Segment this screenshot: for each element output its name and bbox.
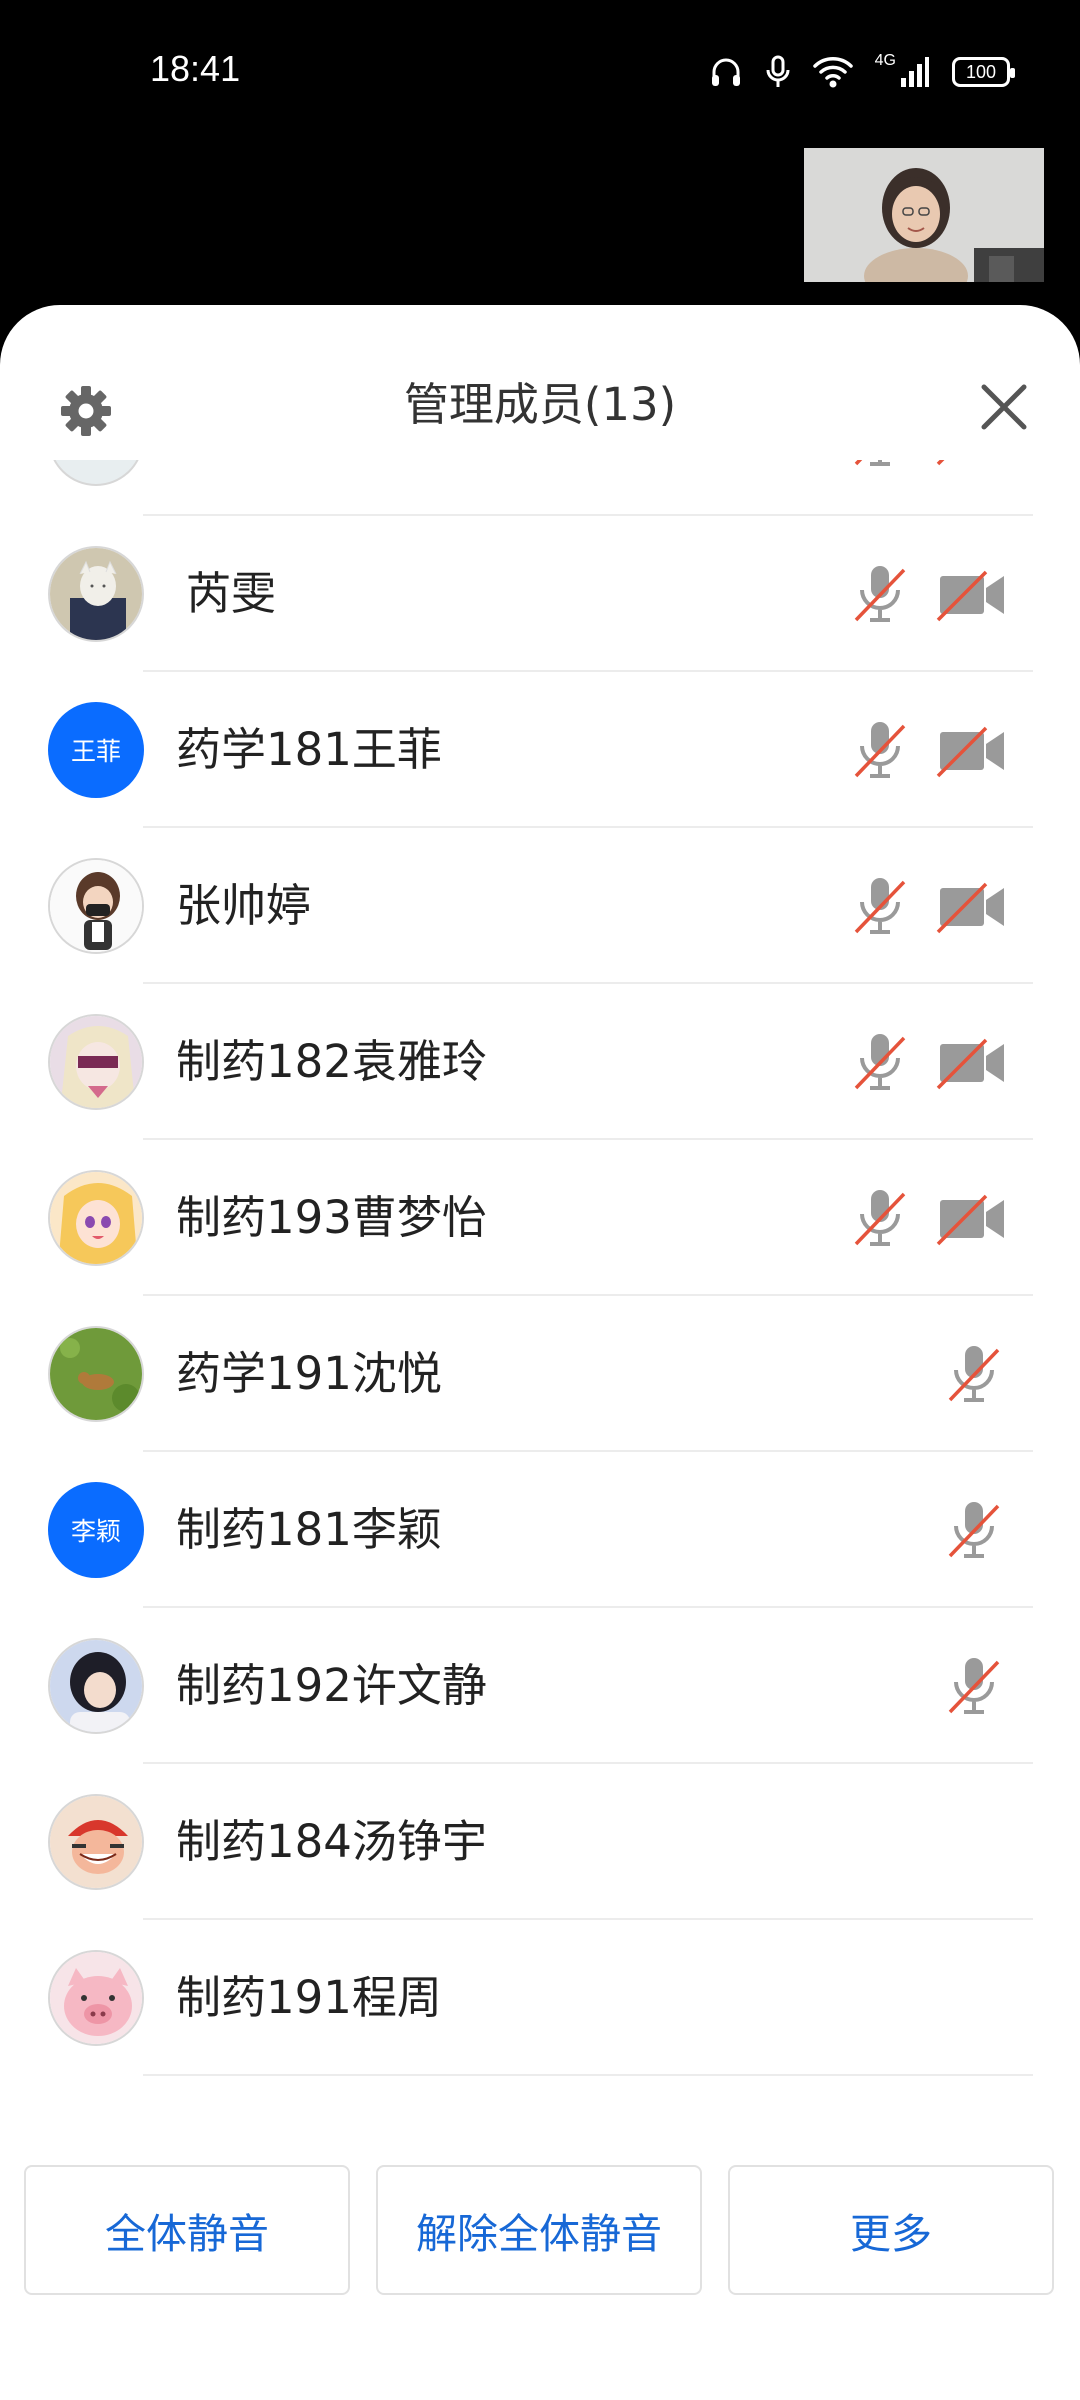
member-row[interactable]: 李颖 制药181李颖 (0, 1452, 1080, 1608)
member-avatar (48, 1794, 144, 1890)
member-row[interactable]: 芮雯 (0, 516, 1080, 672)
member-avatar (48, 1638, 144, 1734)
mic-muted-icon[interactable] (944, 1342, 1004, 1406)
member-row[interactable]: 制药192许文静 (0, 1608, 1080, 1764)
member-name: 制药182袁雅玲 (176, 1035, 487, 1088)
status-bar: 18:41 4G 100 (0, 0, 1080, 140)
more-button[interactable]: 更多 (728, 2165, 1054, 2295)
mic-muted-icon[interactable] (850, 460, 910, 470)
member-row[interactable]: 张帅婷 (0, 828, 1080, 984)
member-row[interactable]: 王菲 药学181王菲 (0, 672, 1080, 828)
member-name: 制药184汤铮宇 (176, 1815, 487, 1868)
camera-off-icon[interactable] (936, 724, 1008, 778)
member-avatar (48, 546, 144, 642)
network-type-label: 4G (874, 52, 896, 69)
bottom-actions: 全体静音 解除全体静音 更多 (0, 2165, 1080, 2315)
mic-muted-icon[interactable] (850, 718, 910, 782)
member-row[interactable]: 制药191程周 (0, 1920, 1080, 2076)
signal-icon (901, 57, 929, 87)
mic-muted-icon[interactable] (850, 562, 910, 626)
member-row[interactable]: 制药182袁雅玲 (0, 984, 1080, 1140)
member-avatar (48, 1014, 144, 1110)
camera-off-icon[interactable] (936, 1036, 1008, 1090)
settings-gear-icon[interactable] (56, 381, 116, 441)
member-name: 制药193曹梦怡 (176, 1191, 487, 1244)
status-icons: 4G 100 (709, 52, 1015, 92)
mic-muted-icon[interactable] (944, 1498, 1004, 1562)
camera-off-icon[interactable] (936, 880, 1008, 934)
member-name: 药学181宋晓兵 (176, 460, 487, 516)
panel-title: 管理成员(13) (403, 378, 677, 431)
video-preview[interactable] (804, 148, 1044, 282)
camera-off-icon[interactable] (936, 1192, 1008, 1246)
microphone-status-icon (766, 55, 790, 87)
camera-off-icon[interactable] (936, 568, 1008, 622)
member-name: 药学191沈悦 (176, 1347, 442, 1400)
member-avatar (48, 858, 144, 954)
member-name: 药学181王菲 (176, 723, 442, 776)
member-row[interactable]: 制药184汤铮宇 (0, 1764, 1080, 1920)
mute-all-button[interactable]: 全体静音 (24, 2165, 350, 2295)
status-time: 18:41 (150, 48, 241, 89)
mic-muted-icon[interactable] (850, 874, 910, 938)
panel-header: 管理成员(13) (0, 355, 1080, 455)
member-avatar (48, 1950, 144, 2046)
member-name: 制药191程周 (176, 1971, 442, 2024)
member-avatar (48, 460, 144, 486)
camera-off-icon[interactable] (936, 460, 1008, 466)
wifi-icon (812, 57, 853, 88)
battery-icon: 100 (952, 57, 1015, 87)
participant-video-image (804, 148, 1044, 282)
member-avatar (48, 1170, 144, 1266)
member-name: 制药181李颖 (176, 1503, 442, 1556)
mic-muted-icon[interactable] (850, 1186, 910, 1250)
mic-muted-icon[interactable] (944, 1654, 1004, 1718)
member-row[interactable]: 药学181宋晓兵 (0, 460, 1080, 516)
member-name: 张帅婷 (176, 879, 312, 932)
member-list[interactable]: 药学181宋晓兵 芮雯 王菲 药学181王菲 (0, 460, 1080, 2120)
close-icon[interactable] (976, 379, 1032, 435)
row-divider (143, 2074, 1033, 2076)
member-avatar-initials: 李颖 (48, 1482, 144, 1578)
member-avatar (48, 1326, 144, 1422)
member-avatar-initials: 王菲 (48, 702, 144, 798)
member-row[interactable]: 制药193曹梦怡 (0, 1140, 1080, 1296)
headset-icon (711, 58, 740, 86)
member-row[interactable]: 药学191沈悦 (0, 1296, 1080, 1452)
manage-members-panel: 管理成员(13) 药学181宋晓兵 (0, 305, 1080, 2400)
member-name: 制药192许文静 (176, 1659, 487, 1712)
unmute-all-button[interactable]: 解除全体静音 (376, 2165, 702, 2295)
mic-muted-icon[interactable] (850, 1030, 910, 1094)
member-name: 芮雯 (186, 567, 277, 620)
